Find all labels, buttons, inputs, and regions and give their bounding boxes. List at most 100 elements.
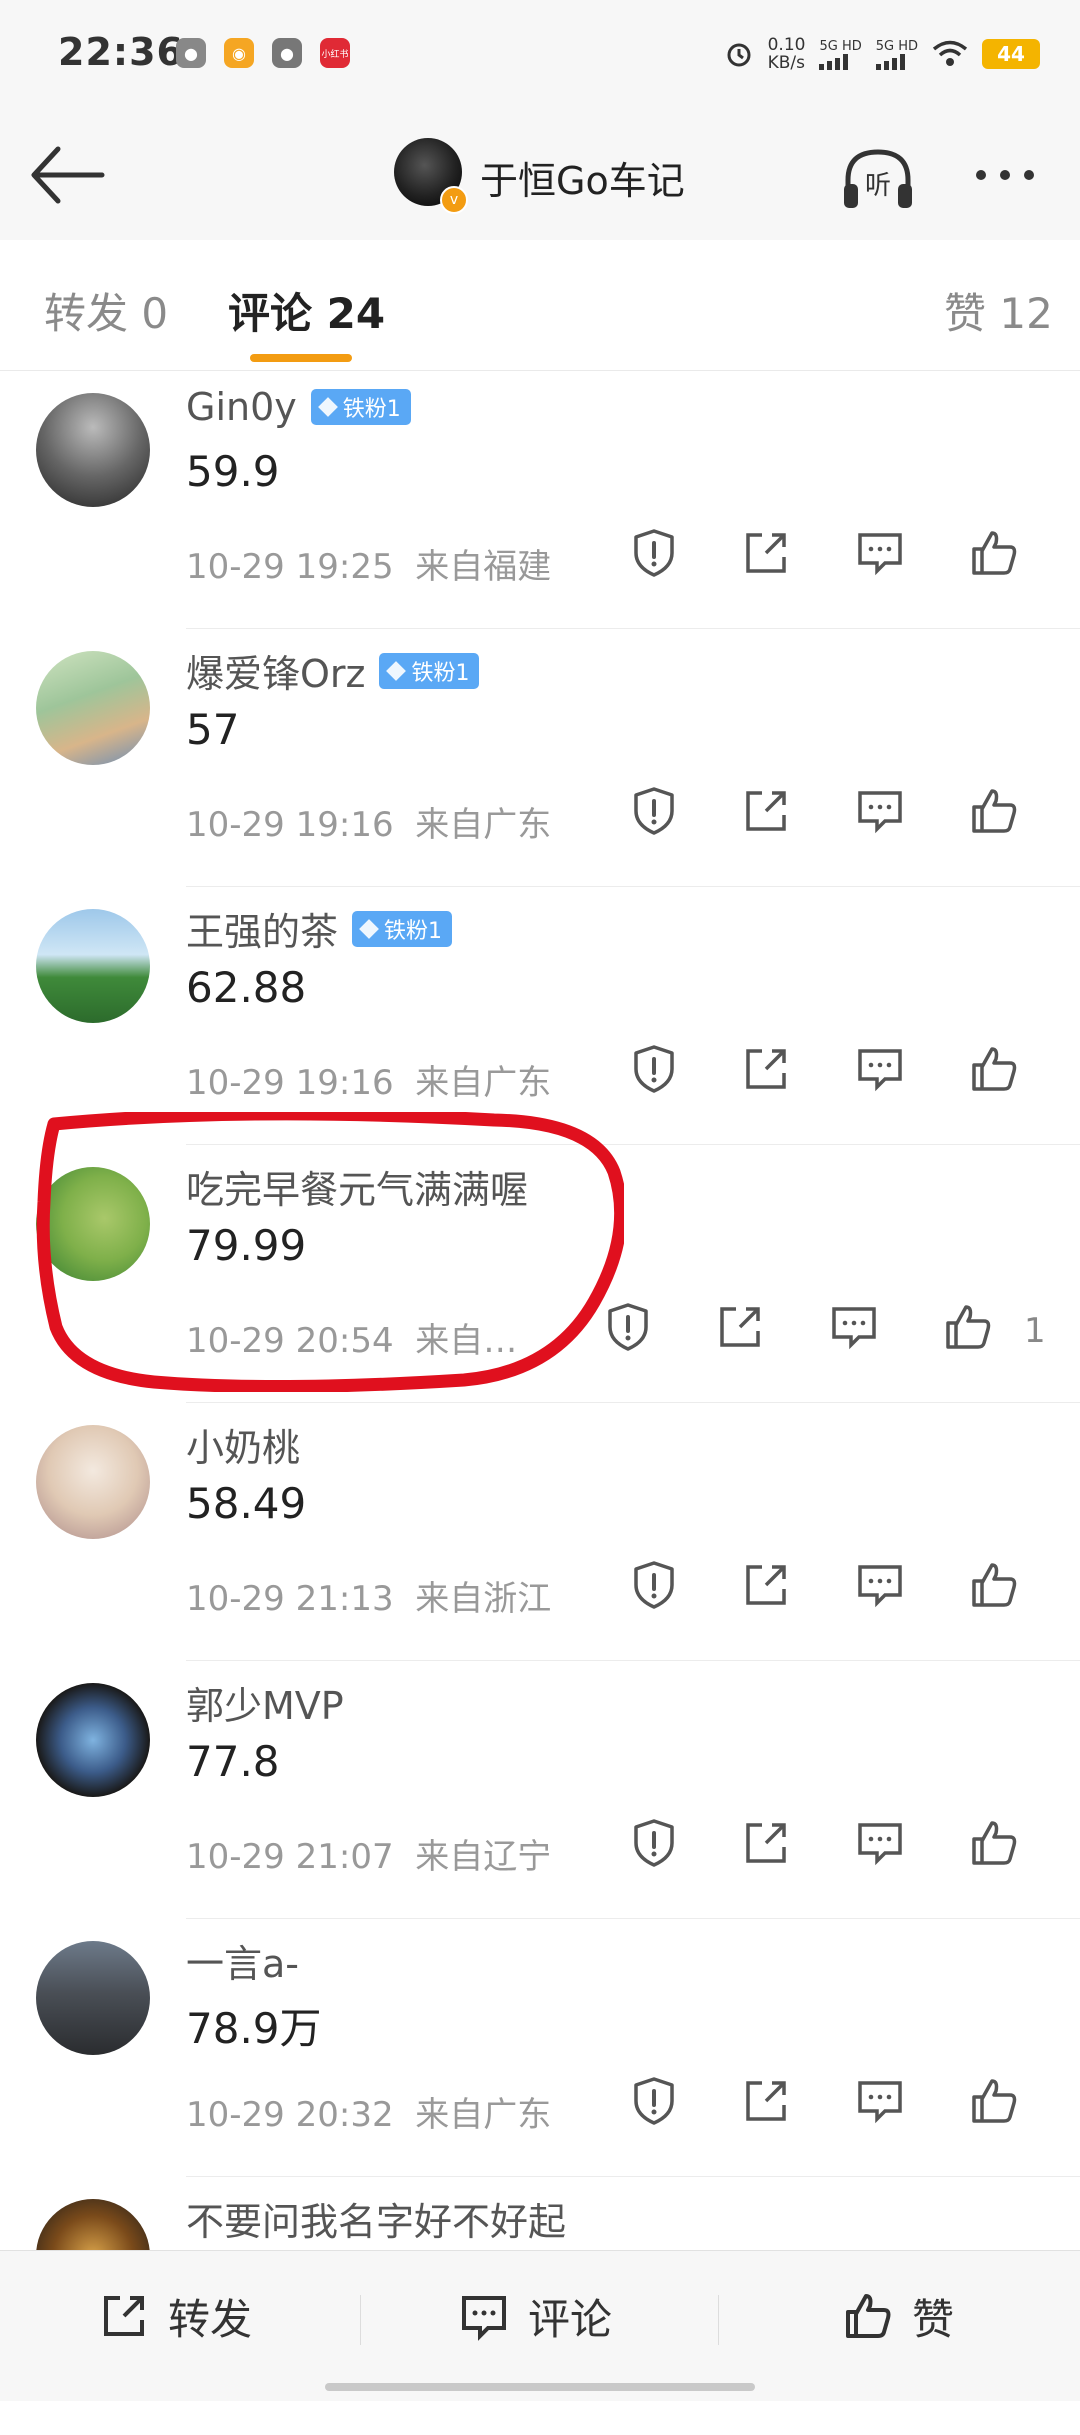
username-text: 不要问我名字好不好起	[186, 2200, 567, 2244]
like-button[interactable]	[940, 1301, 996, 1357]
fan-badge[interactable]: 铁粉1	[352, 910, 453, 947]
status-bar: 22:36 ● ◉ ● 小红书 0.10 KB/s 5G HD 5G HD 44	[0, 0, 1080, 110]
tab-likes[interactable]: 赞 12	[944, 280, 1053, 341]
reply-button[interactable]	[852, 1559, 908, 1615]
more-dot	[976, 170, 986, 180]
shield-alert-icon	[630, 527, 678, 583]
reply-button[interactable]	[852, 2075, 908, 2131]
comment-username[interactable]: 爆爱锋Orz 铁粉1	[186, 643, 480, 698]
report-button[interactable]	[600, 1301, 656, 1357]
share-button[interactable]	[738, 1043, 794, 1099]
comment-actions	[626, 1817, 1066, 1877]
repost-button[interactable]: 转发	[98, 2281, 252, 2351]
like-button[interactable]	[966, 1817, 1022, 1873]
comment-time: 10-29 19:16	[186, 1063, 394, 1103]
shield-alert-icon	[630, 785, 678, 841]
share-button[interactable]	[738, 1559, 794, 1615]
reply-button[interactable]	[852, 1817, 908, 1873]
reply-button[interactable]	[852, 527, 908, 583]
report-button[interactable]	[626, 1043, 682, 1099]
reply-button[interactable]	[852, 785, 908, 841]
comment-button[interactable]: 评论	[458, 2281, 612, 2351]
avatar[interactable]	[36, 909, 150, 1023]
comment-location: 来自辽宁	[415, 1837, 552, 1877]
report-button[interactable]	[626, 2075, 682, 2131]
share-icon	[742, 529, 790, 581]
more-dot	[1024, 170, 1034, 180]
thumbs-up-icon	[969, 1044, 1019, 1098]
report-button[interactable]	[626, 527, 682, 583]
shield-alert-icon	[630, 1559, 678, 1615]
like-label: 赞	[912, 2294, 955, 2344]
reply-button[interactable]	[852, 1043, 908, 1099]
comment-username[interactable]: 吃完早餐元气满满喔	[186, 1159, 528, 1214]
avatar[interactable]	[36, 1167, 150, 1281]
comment-text: 62.88	[186, 963, 307, 1012]
comment-username[interactable]: 一言a-	[186, 1933, 299, 1988]
report-button[interactable]	[626, 785, 682, 841]
comment-text: 77.8	[186, 1737, 280, 1786]
status-right: 0.10 KB/s 5G HD 5G HD 44	[724, 36, 1040, 72]
tab-comments[interactable]: 评论 24	[228, 280, 385, 341]
fan-badge[interactable]: 铁粉1	[310, 389, 411, 425]
battery-indicator: 44	[982, 39, 1040, 69]
signal-icon	[819, 53, 849, 70]
comment-time: 10-29 21:13	[186, 1579, 394, 1619]
like-button[interactable]	[966, 527, 1022, 583]
share-button[interactable]	[738, 1817, 794, 1873]
avatar[interactable]	[36, 651, 150, 765]
home-indicator[interactable]	[325, 2383, 755, 2391]
like-button[interactable]	[966, 1043, 1022, 1099]
back-button[interactable]	[28, 140, 108, 210]
comment-location: 来自广东	[415, 2095, 552, 2135]
comment-time: 10-29 20:54	[186, 1321, 394, 1361]
avatar[interactable]	[36, 393, 150, 507]
comment-username[interactable]: 不要问我名字好不好起	[186, 2191, 566, 2246]
comment-item[interactable]: 小奶桃 58.49 10-29 21:13 来自浙江	[0, 1403, 1080, 1661]
username-text: 一言a-	[186, 1942, 299, 1986]
comment-username[interactable]: 王强的茶 铁粉1	[186, 901, 453, 956]
comment-item[interactable]: 一言a- 78.9万 10-29 20:32 来自广东	[0, 1919, 1080, 2177]
share-button[interactable]	[738, 785, 794, 841]
like-button[interactable]	[966, 785, 1022, 841]
avatar[interactable]	[36, 1425, 150, 1539]
comment-item[interactable]: 爆爱锋Orz 铁粉1 57 10-29 19:16 来自广东	[0, 629, 1080, 887]
bottom-action-bar: 转发 评论 赞	[0, 2250, 1080, 2401]
like-count: 1	[1024, 1311, 1046, 1351]
share-icon	[742, 787, 790, 839]
like-button[interactable]	[966, 2075, 1022, 2131]
like-button[interactable]: 赞	[842, 2281, 954, 2351]
comment-username[interactable]: 小奶桃	[186, 1417, 300, 1472]
thumbs-up-icon	[969, 2076, 1019, 2130]
comment-item[interactable]: Gin0y 铁粉1 59.9 10-29 19:25 来自福建	[0, 371, 1080, 629]
status-time: 22:36	[58, 30, 184, 74]
share-button[interactable]	[738, 527, 794, 583]
thumbs-up-icon	[969, 1560, 1019, 1614]
comment-location: 来自浙江	[415, 1579, 552, 1619]
comment-item[interactable]: 王强的茶 铁粉1 62.88 10-29 19:16 来自广东	[0, 887, 1080, 1145]
share-button[interactable]	[738, 2075, 794, 2131]
reply-button[interactable]	[826, 1301, 882, 1357]
tab-repost[interactable]: 转发 0	[44, 280, 168, 341]
comment-icon	[855, 1561, 905, 1613]
listen-button[interactable]: 听	[838, 144, 918, 214]
report-button[interactable]	[626, 1817, 682, 1873]
more-button[interactable]	[976, 160, 1056, 190]
avatar[interactable]	[36, 1941, 150, 2055]
report-button[interactable]	[626, 1559, 682, 1615]
share-icon	[742, 1045, 790, 1097]
comment-username[interactable]: Gin0y 铁粉1	[186, 385, 411, 429]
avatar[interactable]	[36, 1683, 150, 1797]
comment-icon	[855, 787, 905, 839]
comment-item[interactable]: 郭少MVP 77.8 10-29 21:07 来自辽宁	[0, 1661, 1080, 1919]
fan-badge[interactable]: 铁粉1	[379, 652, 480, 689]
comment-username[interactable]: 郭少MVP	[186, 1675, 344, 1730]
page-title[interactable]: 于恒Go车记	[480, 150, 685, 205]
share-button[interactable]	[712, 1301, 768, 1357]
sim1-label: 5G HD	[819, 38, 862, 54]
like-button[interactable]	[966, 1559, 1022, 1615]
comment-item[interactable]: 吃完早餐元气满满喔 79.99 10-29 20:54 来自… 1	[0, 1145, 1080, 1403]
comment-text: 57	[186, 705, 240, 754]
alarm-icon	[727, 43, 751, 67]
net-speed: 0.10	[767, 35, 806, 55]
